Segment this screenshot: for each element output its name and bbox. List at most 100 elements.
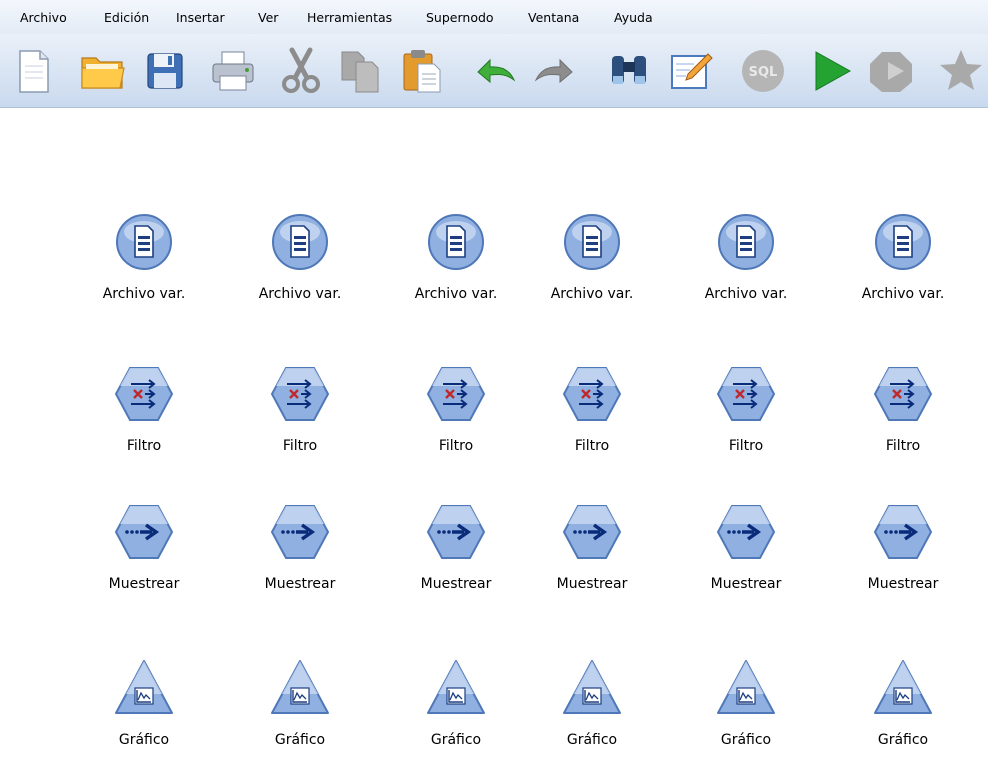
menu-insertar[interactable]: Insertar bbox=[176, 10, 225, 25]
node-grafico[interactable]: Gráfico bbox=[681, 658, 811, 768]
undo-button[interactable] bbox=[470, 46, 520, 96]
graph-node-icon bbox=[563, 660, 621, 714]
node-label: Gráfico bbox=[877, 732, 929, 748]
node-label: Filtro bbox=[574, 438, 610, 454]
redo-button[interactable] bbox=[530, 46, 580, 96]
run-selection-button[interactable] bbox=[866, 46, 916, 96]
edit-button[interactable] bbox=[666, 46, 716, 96]
node-muestrear[interactable]: Muestrear bbox=[79, 502, 209, 612]
var-file-node-icon bbox=[718, 214, 774, 270]
menu-archivo[interactable]: Archivo bbox=[20, 10, 67, 25]
var-file-node-icon bbox=[875, 214, 931, 270]
node-label: Muestrear bbox=[556, 576, 628, 592]
sample-node-icon bbox=[716, 505, 776, 559]
node-archivo-var[interactable]: Archivo var. bbox=[235, 212, 365, 322]
node-grafico[interactable]: Gráfico bbox=[838, 658, 968, 768]
node-label: Muestrear bbox=[867, 576, 939, 592]
sql-icon: SQL bbox=[742, 50, 784, 92]
node-label: Muestrear bbox=[108, 576, 180, 592]
node-archivo-var[interactable]: Archivo var. bbox=[681, 212, 811, 322]
filter-node-icon bbox=[562, 367, 622, 421]
node-muestrear[interactable]: Muestrear bbox=[391, 502, 521, 612]
filter-node-icon bbox=[426, 367, 486, 421]
node-archivo-var[interactable]: Archivo var. bbox=[79, 212, 209, 322]
menu-herramientas[interactable]: Herramientas bbox=[307, 10, 392, 25]
menu-ayuda[interactable]: Ayuda bbox=[614, 10, 653, 25]
sql-label: SQL bbox=[749, 65, 778, 80]
stream-canvas[interactable]: Archivo var. Archivo var. Archivo var. A… bbox=[0, 108, 988, 775]
find-button[interactable] bbox=[604, 46, 654, 96]
node-filtro[interactable]: Filtro bbox=[79, 364, 209, 474]
sql-button[interactable]: SQL bbox=[738, 46, 788, 96]
node-label: Filtro bbox=[282, 438, 318, 454]
save-disk-icon bbox=[147, 53, 183, 89]
open-folder-icon bbox=[81, 57, 125, 89]
node-label: Archivo var. bbox=[861, 286, 945, 302]
node-label: Gráfico bbox=[566, 732, 618, 748]
graph-node-icon bbox=[874, 660, 932, 714]
graph-node-icon bbox=[427, 660, 485, 714]
save-button[interactable] bbox=[140, 46, 190, 96]
new-button[interactable] bbox=[8, 46, 58, 96]
node-label: Archivo var. bbox=[414, 286, 498, 302]
cut-button[interactable] bbox=[276, 46, 326, 96]
node-grafico[interactable]: Gráfico bbox=[79, 658, 209, 768]
node-muestrear[interactable]: Muestrear bbox=[527, 502, 657, 612]
graph-node-icon bbox=[717, 660, 775, 714]
new-document-icon bbox=[19, 50, 49, 93]
printer-icon bbox=[212, 51, 254, 91]
favorite-button[interactable] bbox=[936, 46, 986, 96]
node-label: Filtro bbox=[728, 438, 764, 454]
node-label: Archivo var. bbox=[550, 286, 634, 302]
node-muestrear[interactable]: Muestrear bbox=[235, 502, 365, 612]
menu-edicion[interactable]: Edición bbox=[104, 10, 149, 25]
menu-ventana[interactable]: Ventana bbox=[528, 10, 579, 25]
run-button[interactable] bbox=[806, 46, 856, 96]
node-label: Gráfico bbox=[720, 732, 772, 748]
sample-node-icon bbox=[270, 505, 330, 559]
var-file-node-icon bbox=[428, 214, 484, 270]
node-archivo-var[interactable]: Archivo var. bbox=[838, 212, 968, 322]
paste-button[interactable] bbox=[398, 46, 448, 96]
filter-node-icon bbox=[114, 367, 174, 421]
node-label: Filtro bbox=[885, 438, 921, 454]
node-grafico[interactable]: Gráfico bbox=[391, 658, 521, 768]
node-archivo-var[interactable]: Archivo var. bbox=[527, 212, 657, 322]
node-label: Muestrear bbox=[420, 576, 492, 592]
graph-node-icon bbox=[115, 660, 173, 714]
node-grafico[interactable]: Gráfico bbox=[527, 658, 657, 768]
node-archivo-var[interactable]: Archivo var. bbox=[391, 212, 521, 322]
node-muestrear[interactable]: Muestrear bbox=[681, 502, 811, 612]
open-button[interactable] bbox=[78, 46, 128, 96]
toolbar: SQL bbox=[0, 34, 988, 108]
sample-node-icon bbox=[562, 505, 622, 559]
menu-bar: Archivo Edición Insertar Ver Herramienta… bbox=[0, 0, 988, 34]
node-filtro[interactable]: Filtro bbox=[681, 364, 811, 474]
node-filtro[interactable]: Filtro bbox=[527, 364, 657, 474]
node-muestrear[interactable]: Muestrear bbox=[838, 502, 968, 612]
find-binoculars-icon bbox=[612, 56, 646, 84]
node-label: Gráfico bbox=[274, 732, 326, 748]
node-label: Gráfico bbox=[118, 732, 170, 748]
undo-arrow-icon bbox=[477, 58, 516, 84]
node-filtro[interactable]: Filtro bbox=[838, 364, 968, 474]
menu-supernodo[interactable]: Supernodo bbox=[426, 10, 494, 25]
var-file-node-icon bbox=[564, 214, 620, 270]
node-filtro[interactable]: Filtro bbox=[391, 364, 521, 474]
node-filtro[interactable]: Filtro bbox=[235, 364, 365, 474]
menu-ver[interactable]: Ver bbox=[258, 10, 278, 25]
sample-node-icon bbox=[873, 505, 933, 559]
run-stream-icon bbox=[815, 51, 852, 91]
graph-node-icon bbox=[271, 660, 329, 714]
node-label: Filtro bbox=[438, 438, 474, 454]
node-label: Muestrear bbox=[710, 576, 782, 592]
cut-scissors-icon bbox=[282, 47, 320, 93]
redo-arrow-icon bbox=[534, 58, 573, 84]
copy-icon bbox=[341, 51, 379, 93]
favorite-star-icon bbox=[940, 50, 982, 90]
copy-button[interactable] bbox=[336, 46, 386, 96]
node-grafico[interactable]: Gráfico bbox=[235, 658, 365, 768]
filter-node-icon bbox=[716, 367, 776, 421]
edit-annotation-icon bbox=[671, 53, 713, 89]
print-button[interactable] bbox=[208, 46, 258, 96]
